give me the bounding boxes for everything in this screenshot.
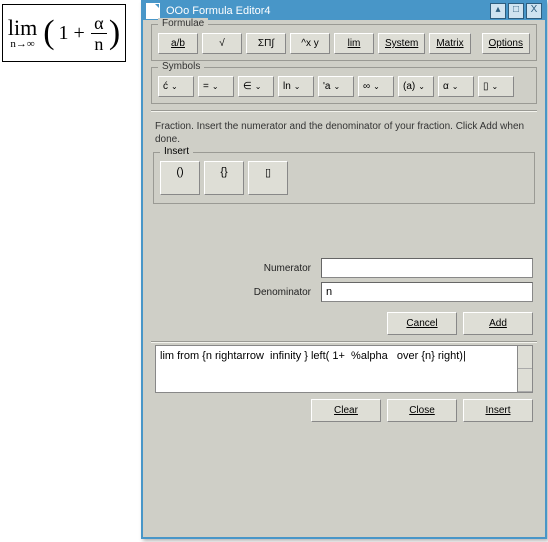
chevron-down-icon: ⌄ xyxy=(294,82,301,91)
chevron-down-icon: ⌄ xyxy=(171,82,178,91)
close-window-button[interactable]: X xyxy=(526,3,542,19)
symbol-alpha-dropdown[interactable]: α⌄ xyxy=(438,76,474,97)
chevron-down-icon: ⌄ xyxy=(492,82,499,91)
symbol-eq-dropdown[interactable]: =⌄ xyxy=(198,76,234,97)
system-button[interactable]: System xyxy=(378,33,425,54)
preview-denom: n xyxy=(94,35,103,53)
chevron-down-icon: ⌄ xyxy=(418,82,425,91)
chevron-down-icon: ⌄ xyxy=(373,82,380,91)
formula-preview: lim n→∞ ( 1 + α n ) xyxy=(2,4,126,62)
formulae-legend: Formulae xyxy=(158,18,208,29)
chevron-down-icon: ⌄ xyxy=(452,82,459,91)
denominator-label: Denominator xyxy=(155,287,321,298)
formula-code-area[interactable] xyxy=(155,345,518,393)
scroll-down-icon[interactable] xyxy=(518,369,532,392)
formulae-group: Formulae a/b √ ΣΠ∫ ^x y lim System Matri… xyxy=(151,24,537,61)
preview-rparen: ) xyxy=(109,18,120,49)
symbol-ln-dropdown[interactable]: ln⌄ xyxy=(278,76,314,97)
power-button[interactable]: ^x y xyxy=(290,33,330,54)
close-button[interactable]: Close xyxy=(387,399,457,422)
chevron-down-icon: ⌄ xyxy=(333,82,340,91)
insert-paren-button[interactable]: () xyxy=(160,161,200,195)
preview-oneplus: 1 + xyxy=(59,22,85,45)
document-icon xyxy=(146,3,160,19)
instruction-text: Fraction. Insert the numerator and the d… xyxy=(155,120,533,146)
options-button[interactable]: Options xyxy=(482,33,530,54)
numerator-label: Numerator xyxy=(155,263,321,274)
fraction-button[interactable]: a/b xyxy=(158,33,198,54)
matrix-button[interactable]: Matrix xyxy=(429,33,470,54)
denominator-input[interactable] xyxy=(321,282,533,302)
insert-brace-button[interactable]: {} xyxy=(204,161,244,195)
sum-button[interactable]: ΣΠ∫ xyxy=(246,33,286,54)
cancel-button[interactable]: Cancel xyxy=(387,312,457,335)
add-button[interactable]: Add xyxy=(463,312,533,335)
editor-window: OOo Formula Editor4 ▴ □ X Formulae a/b √… xyxy=(141,0,547,539)
symbol-inf-dropdown[interactable]: ∞⌄ xyxy=(358,76,394,97)
symbol-prime-dropdown[interactable]: 'a⌄ xyxy=(318,76,354,97)
window-title: OOo Formula Editor4 xyxy=(166,5,488,17)
minimize-button[interactable]: ▴ xyxy=(490,3,506,19)
preview-lim: lim xyxy=(8,17,37,39)
symbol-accent-dropdown[interactable]: ć⌄ xyxy=(158,76,194,97)
symbols-group: Symbols ć⌄ =⌄ ∈⌄ ln⌄ 'a⌄ ∞⌄ (a)⌄ α⌄ ▯⌄ xyxy=(151,67,537,104)
symbol-set-dropdown[interactable]: ∈⌄ xyxy=(238,76,274,97)
sqrt-button[interactable]: √ xyxy=(202,33,242,54)
clear-button[interactable]: Clear xyxy=(311,399,381,422)
lim-button[interactable]: lim xyxy=(334,33,374,54)
symbol-paren-dropdown[interactable]: (a)⌄ xyxy=(398,76,434,97)
chevron-down-icon: ⌄ xyxy=(255,82,262,91)
maximize-button[interactable]: □ xyxy=(508,3,524,19)
preview-sub: n→∞ xyxy=(10,39,34,50)
insert-box-button[interactable]: ▯ xyxy=(248,161,288,195)
preview-lparen: ( xyxy=(43,18,54,49)
insert-legend: Insert xyxy=(160,146,193,157)
insert-button[interactable]: Insert xyxy=(463,399,533,422)
symbol-box-dropdown[interactable]: ▯⌄ xyxy=(478,76,514,97)
scrollbar[interactable] xyxy=(518,345,533,393)
numerator-input[interactable] xyxy=(321,258,533,278)
scroll-up-icon[interactable] xyxy=(518,346,532,369)
insert-group: Insert () {} ▯ xyxy=(153,152,535,204)
preview-alpha: α xyxy=(94,14,103,32)
symbols-legend: Symbols xyxy=(158,61,204,72)
chevron-down-icon: ⌄ xyxy=(212,82,219,91)
